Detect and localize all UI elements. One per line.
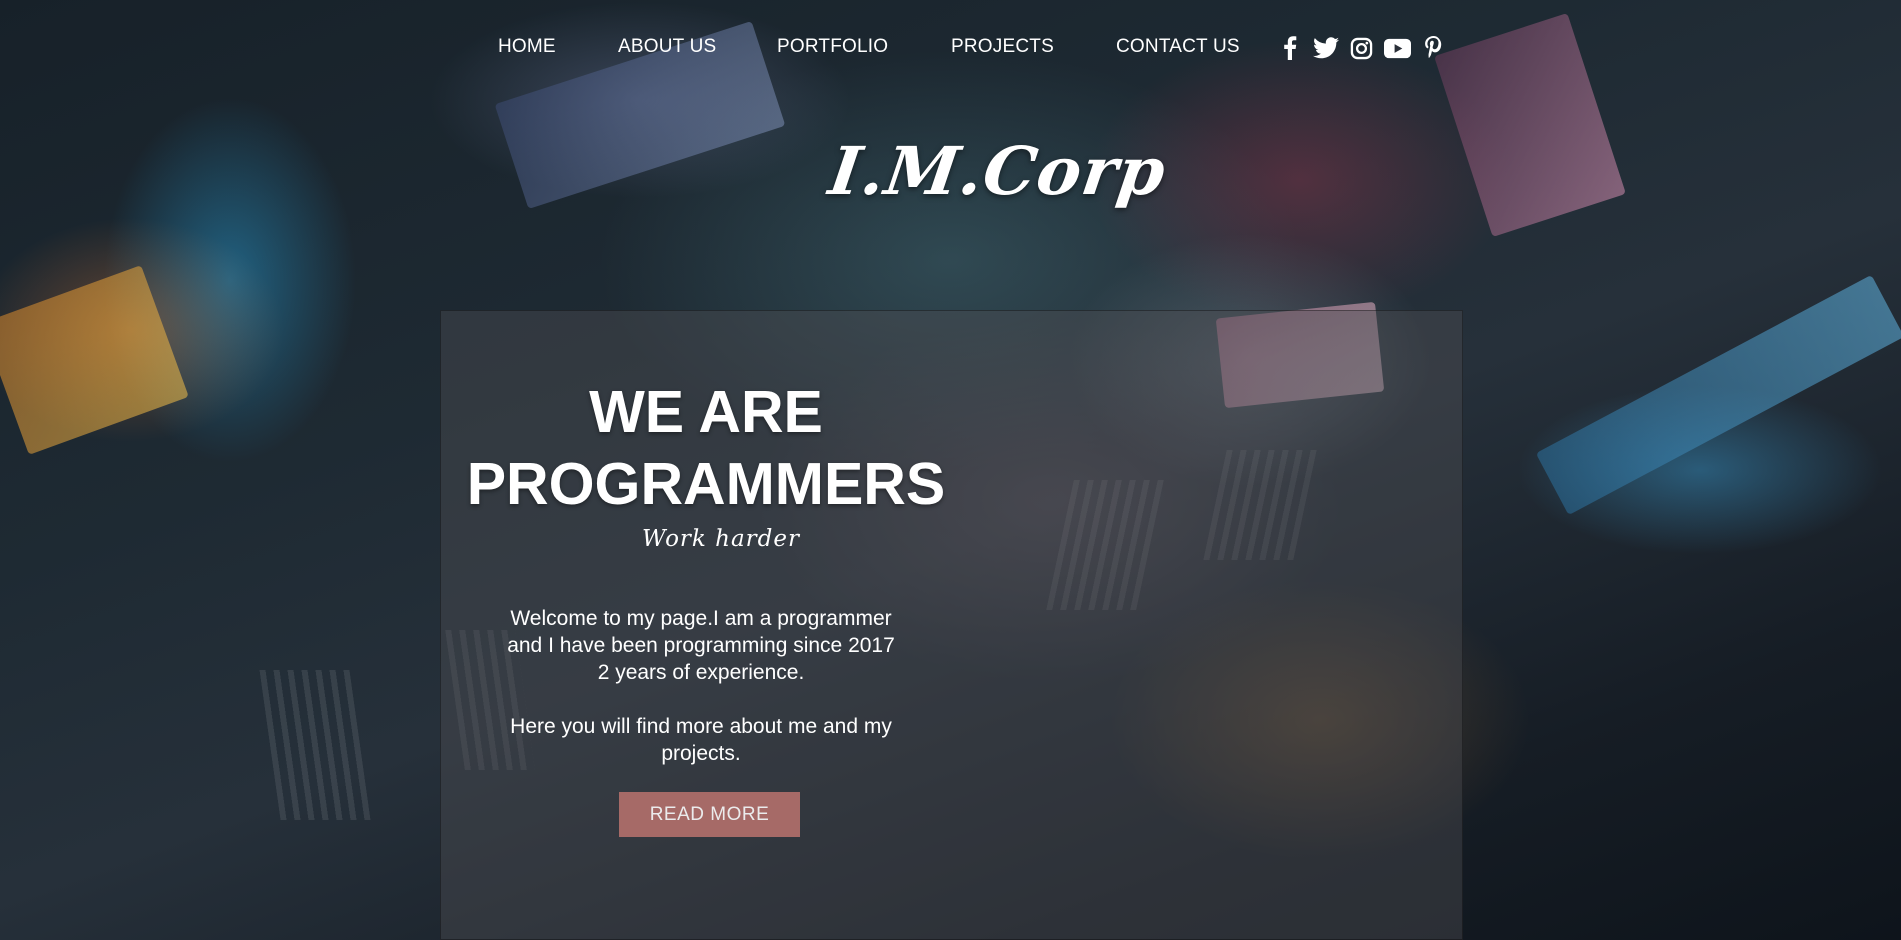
social-links: [1276, 36, 1447, 60]
intro-line: projects.: [661, 742, 741, 765]
read-more-button[interactable]: READ MORE: [619, 792, 800, 837]
hero-intro: Welcome to my page.I am a programmer and…: [471, 605, 931, 767]
background-billboard: [0, 265, 189, 455]
youtube-icon[interactable]: [1384, 36, 1411, 60]
pinterest-icon[interactable]: [1420, 36, 1447, 60]
nav-projects[interactable]: PROJECTS: [951, 36, 1054, 58]
intro-paragraph-1: Welcome to my page.I am a programmer and…: [471, 605, 931, 686]
hero-tagline: Work harder: [641, 526, 801, 552]
intro-line: Welcome to my page.I am a programmer: [510, 607, 892, 630]
main-nav: HOME ABOUT US PORTFOLIO PROJECTS CONTACT…: [0, 36, 1901, 60]
hero-title: WE ARE PROGRAMMERS: [461, 376, 951, 520]
nav-home[interactable]: HOME: [498, 36, 556, 58]
twitter-icon[interactable]: [1312, 36, 1339, 60]
background-billboard: [1535, 274, 1901, 516]
nav-contact-us[interactable]: CONTACT US: [1116, 36, 1240, 58]
hero-panel: WE ARE PROGRAMMERS Work harder Welcome t…: [440, 310, 1463, 940]
page-background: HOME ABOUT US PORTFOLIO PROJECTS CONTACT…: [0, 0, 1901, 940]
facebook-icon[interactable]: [1276, 36, 1303, 60]
intro-paragraph-2: Here you will find more about me and my …: [471, 713, 931, 767]
instagram-icon[interactable]: [1348, 36, 1375, 60]
intro-line: 2 years of experience.: [597, 661, 805, 684]
intro-line: and I have been programming since 2017: [507, 634, 895, 657]
hero-title-line-1: WE ARE: [589, 379, 823, 445]
hero-title-line-2: PROGRAMMERS: [466, 451, 946, 517]
nav-about-us[interactable]: ABOUT US: [618, 36, 716, 58]
intro-line: Here you will find more about me and my: [510, 715, 892, 738]
site-logo[interactable]: I.M.Corp: [825, 132, 1171, 210]
background-crosswalk: [259, 670, 371, 820]
nav-portfolio[interactable]: PORTFOLIO: [777, 36, 888, 58]
